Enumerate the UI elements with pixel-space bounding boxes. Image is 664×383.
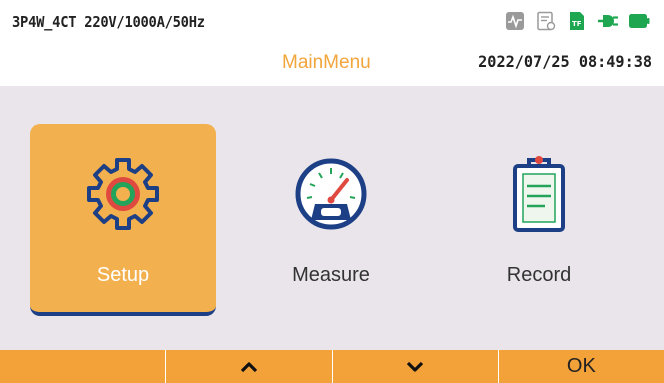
waveform-icon	[504, 10, 526, 32]
clipboard-icon	[513, 156, 565, 232]
down-button[interactable]	[333, 350, 499, 383]
svg-text:TF: TF	[572, 20, 582, 28]
chevron-down-icon	[406, 361, 424, 372]
gear-icon	[87, 158, 159, 230]
tf-card-icon: TF	[566, 10, 588, 32]
battery-icon	[628, 10, 650, 32]
measure-tile[interactable]: Measure	[238, 124, 424, 316]
setup-tile[interactable]: Setup	[30, 124, 216, 316]
record-label: Record	[506, 264, 572, 286]
measure-label: Measure	[292, 264, 370, 286]
power-plug-icon	[597, 10, 619, 32]
record-tile[interactable]: Record	[446, 124, 632, 316]
softkey-bar: OK	[0, 350, 664, 383]
status-header: 3P4W_4CT 220V/1000A/50Hz TF MainMenu 202…	[0, 0, 664, 86]
page-title: MainMenu	[282, 52, 371, 73]
status-icons: TF	[504, 10, 650, 32]
datetime-display: 2022/07/25 08:49:38	[478, 52, 652, 71]
report-icon	[535, 10, 557, 32]
up-button[interactable]	[166, 350, 333, 383]
wiring-config: 3P4W_4CT 220V/1000A/50Hz	[12, 13, 205, 31]
softkey-1[interactable]	[0, 350, 167, 383]
ok-label: OK	[566, 355, 596, 377]
setup-label: Setup	[96, 264, 150, 286]
chevron-up-icon	[240, 361, 258, 372]
main-menu: Setup Measure Record	[0, 86, 664, 350]
ok-button[interactable]: OK	[499, 350, 664, 383]
gauge-icon	[295, 158, 367, 230]
